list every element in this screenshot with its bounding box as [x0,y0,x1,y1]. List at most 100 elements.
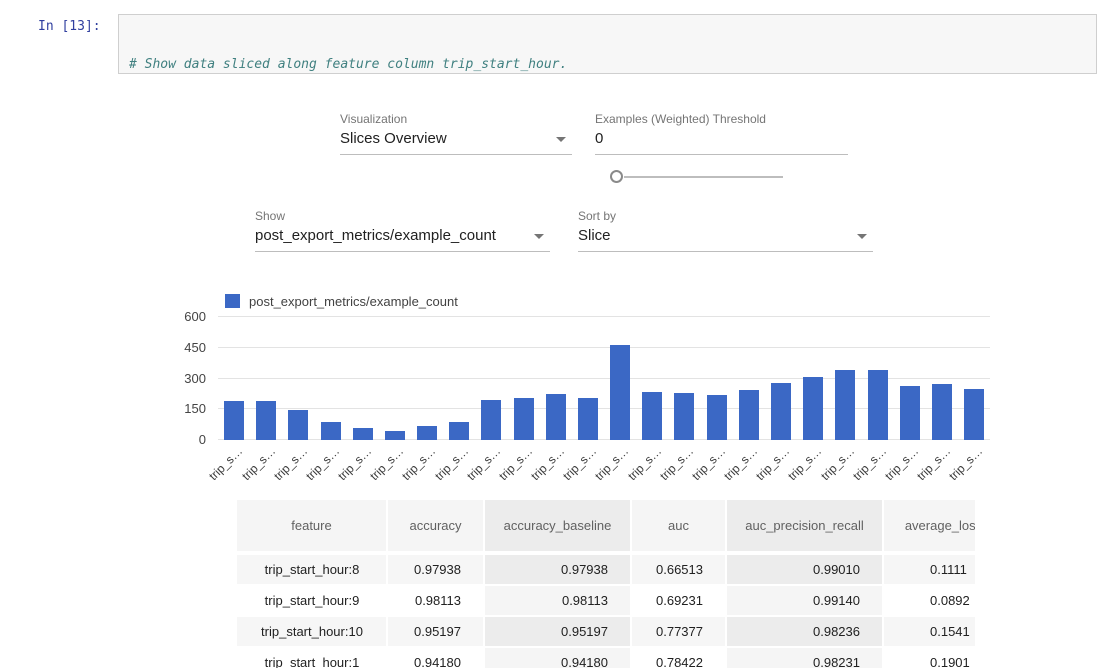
column-header: auc [631,500,726,553]
metric-cell: 0.97938 [484,553,631,585]
table-row: trip_start_hour:90.981130.981130.692310.… [237,585,975,616]
sort-by-select[interactable]: Slice [578,227,873,252]
bar-slot [733,390,765,440]
metric-cell: 0.99010 [726,553,883,585]
chart-bar[interactable] [385,431,405,440]
chart-bar[interactable] [610,345,630,440]
threshold-slider-track[interactable] [624,176,783,178]
metric-cell: 0.0892 [883,585,975,616]
bar-slot [250,401,282,440]
chart-bar[interactable] [932,384,952,440]
metric-cell: 0.77377 [631,616,726,647]
chart-bar[interactable] [707,395,727,440]
metrics-table: featureaccuracyaccuracy_baselineaucauc_p… [237,500,975,668]
metric-cell: 0.94180 [484,647,631,668]
bar-slot [958,389,990,440]
chart-bar[interactable] [417,426,437,440]
feature-cell: trip_start_hour:10 [237,616,387,647]
sort-by-label: Sort by [578,209,616,223]
bar-slot [443,422,475,440]
metric-cell: 0.97938 [387,553,484,585]
bar-slot [765,383,797,440]
bar-slot [282,410,314,440]
chart-bar[interactable] [835,370,855,440]
bar-slot [636,392,668,440]
bar-slot [379,431,411,440]
column-header: accuracy [387,500,484,553]
bar-slot [829,370,861,440]
bar-slot [861,370,893,440]
chart-bar[interactable] [321,422,341,440]
chart-bar[interactable] [224,401,244,440]
bar-slot [540,394,572,440]
y-tick-label: 150 [120,401,206,417]
x-tick-slot: trip_s… [958,443,990,477]
chart-bar[interactable] [642,392,662,440]
metric-cell: 0.98113 [484,585,631,616]
bar-slot [411,426,443,440]
legend-label: post_export_metrics/example_count [249,294,458,309]
metric-cell: 0.95197 [484,616,631,647]
plot-area [218,317,990,440]
x-axis-labels: trip_s…trip_s…trip_s…trip_s…trip_s…trip_… [218,443,990,477]
y-tick-label: 450 [120,340,206,356]
column-header: feature [237,500,387,553]
code-line-comment: # Show data sliced along feature column … [129,56,1086,73]
metric-cell: 0.66513 [631,553,726,585]
metric-cell: 0.98231 [726,647,883,668]
threshold-input-value: 0 [595,130,603,147]
chart-bar[interactable] [353,428,373,440]
chart-bar[interactable] [449,422,469,440]
show-metric-select[interactable]: post_export_metrics/example_count [255,227,550,252]
chart-bar[interactable] [900,386,920,440]
chart-bar[interactable] [288,410,308,440]
chart-bar[interactable] [964,389,984,440]
metrics-table-body: trip_start_hour:80.979380.979380.665130.… [237,553,975,668]
chart-bar[interactable] [771,383,791,440]
chart-bar[interactable] [514,398,534,440]
show-label: Show [255,209,285,223]
bar-slot [926,384,958,440]
feature-cell: trip_start_hour:1 [237,647,387,668]
threshold-input[interactable]: 0 [595,130,848,155]
chart-bar[interactable] [674,393,694,440]
chart-bar[interactable] [256,401,276,440]
column-header: average_loss [883,500,975,553]
y-axis-labels: 0150300450600 [120,317,206,440]
chevron-down-icon [556,137,566,142]
metrics-table-container: featureaccuracyaccuracy_baselineaucauc_p… [237,500,975,668]
chevron-down-icon [857,234,867,239]
show-metric-select-value: post_export_metrics/example_count [255,227,496,244]
threshold-slider-handle[interactable] [610,170,623,183]
table-row: trip_start_hour:100.951970.951970.773770… [237,616,975,647]
visualization-select[interactable]: Slices Overview [340,130,572,155]
metric-cell: 0.69231 [631,585,726,616]
metrics-table-head-row: featureaccuracyaccuracy_baselineaucauc_p… [237,500,975,553]
chart-bar[interactable] [546,394,566,440]
table-row: trip_start_hour:80.979380.979380.665130.… [237,553,975,585]
code-cell[interactable]: # Show data sliced along feature column … [118,14,1097,74]
metric-cell: 0.1541 [883,616,975,647]
metric-cell: 0.78422 [631,647,726,668]
feature-cell: trip_start_hour:8 [237,553,387,585]
bar-slot [604,345,636,440]
column-header: auc_precision_recall [726,500,883,553]
bar-slot [797,377,829,440]
bars [218,317,990,440]
metric-cell: 0.94180 [387,647,484,668]
chart-bar[interactable] [803,377,823,440]
chart-bar[interactable] [578,398,598,440]
visualization-select-value: Slices Overview [340,130,447,147]
input-prompt: In [13]: [38,19,101,34]
metric-cell: 0.98113 [387,585,484,616]
visualization-label: Visualization [340,112,407,126]
bar-slot [475,400,507,440]
metric-cell: 0.95197 [387,616,484,647]
chart-bar[interactable] [739,390,759,440]
sort-by-select-value: Slice [578,227,611,244]
metric-cell: 0.1901 [883,647,975,668]
bar-slot [347,428,379,440]
y-tick-label: 600 [120,309,206,325]
chart-bar[interactable] [481,400,501,440]
chart-bar[interactable] [868,370,888,440]
